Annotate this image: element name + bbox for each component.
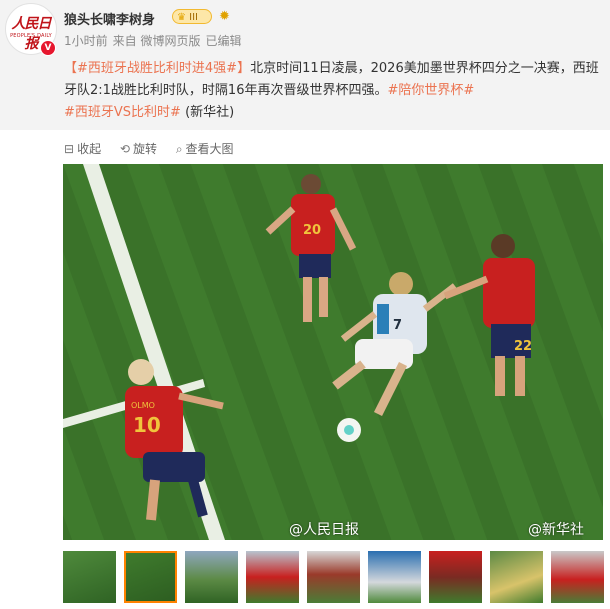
watermark-right: @新华社 [528, 522, 584, 538]
post-time[interactable]: 1小时前 [64, 34, 108, 48]
rotate-icon: ⟲ [119, 142, 130, 156]
thumbnail[interactable] [490, 551, 543, 603]
sun-icon[interactable]: ✹ [219, 9, 230, 24]
username[interactable]: 狼头长啸李树身 [64, 9, 155, 28]
jersey-number-20: 20 [303, 223, 321, 238]
edited-label[interactable]: 已编辑 [205, 34, 241, 48]
thumbnail[interactable] [63, 551, 116, 603]
collapse-button[interactable]: ⊟ 收起 [64, 140, 101, 157]
tag-link-worldcup[interactable]: #陪你世界杯# [387, 83, 474, 98]
thumbnail[interactable] [246, 551, 299, 603]
rotate-label: 旋转 [132, 142, 157, 156]
collapse-icon: ⊟ [64, 142, 75, 156]
jersey-name: OLMO [131, 401, 155, 410]
thumbnail[interactable] [368, 551, 421, 603]
level-badge[interactable]: ♛ III [172, 9, 212, 24]
level-text: III [189, 12, 199, 23]
main-photo[interactable]: 20 7 22 10 OLMO @人民日报 @新华社 [63, 164, 603, 540]
thumbnail-strip [63, 551, 604, 603]
bracket-close: 】 [237, 61, 251, 76]
topic-link[interactable]: #西班牙战胜比利时进4强# [77, 61, 237, 76]
watermark-left: @人民日报 [289, 522, 359, 538]
view-large-label: 查看大图 [185, 142, 234, 156]
post-header: 人民日报 PEOPLE'S DAILY V 狼头长啸李树身 ♛ III ✹ 1小… [0, 0, 610, 130]
thumbnail[interactable] [307, 551, 360, 603]
post-meta: 1小时前 来自 微博网页版 已编辑 [64, 32, 246, 49]
verified-badge: V [40, 40, 56, 56]
post-content: 【#西班牙战胜比利时进4强#】北京时间11日凌晨，2026美加墨世界杯四分之一决… [64, 58, 604, 124]
source-note: (新华社) [185, 105, 235, 120]
media-actions: ⊟ 收起 ⟲ 旋转 ⌕ 查看大图 [64, 140, 249, 157]
post-source: 来自 微博网页版 [112, 34, 201, 48]
jersey-number-7: 7 [393, 318, 402, 333]
jersey-number-10: 10 [133, 413, 161, 437]
thumbnail[interactable] [185, 551, 238, 603]
avatar-sub: PEOPLE'S DAILY [10, 33, 52, 39]
crown-icon: ♛ [177, 12, 186, 23]
view-large-button[interactable]: ⌕ 查看大图 [176, 140, 234, 157]
match-photo: 20 7 22 10 OLMO [63, 164, 603, 540]
thumbnail[interactable] [429, 551, 482, 603]
football-pattern [344, 425, 354, 435]
rotate-button[interactable]: ⟲ 旋转 [120, 140, 157, 157]
thumbnail[interactable] [551, 551, 604, 603]
bracket-open: 【 [64, 61, 78, 76]
thumbnail-selected[interactable] [124, 551, 177, 603]
tag-link-match[interactable]: #西班牙VS比利时# [64, 105, 181, 120]
jersey-number-22: 22 [514, 339, 532, 354]
collapse-label: 收起 [77, 142, 102, 156]
magnify-icon: ⌕ [175, 142, 183, 156]
